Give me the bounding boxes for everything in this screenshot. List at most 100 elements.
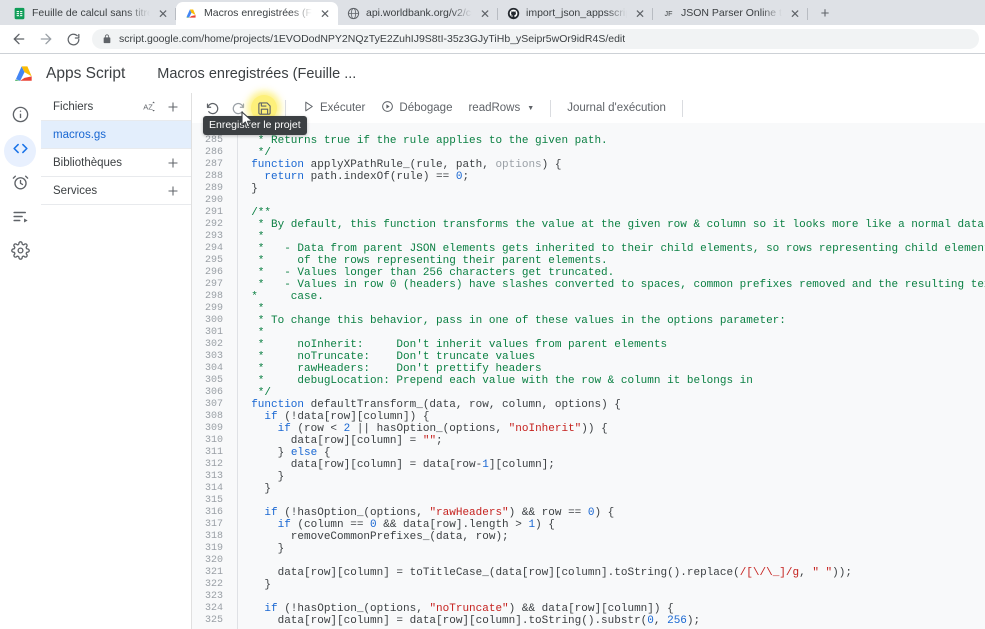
line-number: 292	[204, 219, 223, 230]
execution-log-button[interactable]: Journal d'exécution	[559, 96, 674, 120]
editor-column: Exécuter Débogage readRows ▼ Journal d'e…	[192, 93, 985, 629]
code-line: 309 if (row < 2 || hasOption_(options, "…	[192, 423, 985, 435]
sidebar-item-triggers[interactable]	[4, 169, 36, 201]
code-line: 293 *	[192, 231, 985, 243]
play-icon	[302, 100, 315, 116]
app-header: Apps Script Macros enregistrées (Feuille…	[0, 54, 985, 93]
code-line: 307 function defaultTransform_(data, row…	[192, 399, 985, 411]
svg-text:AZ: AZ	[143, 103, 153, 112]
globe-icon	[347, 7, 360, 20]
function-select-value: readRows	[468, 102, 521, 114]
code-line-text: * noInherit: Don't inherit values from p…	[238, 339, 668, 351]
debug-button[interactable]: Débogage	[373, 96, 460, 120]
line-number: 296	[204, 267, 223, 278]
browser-tab[interactable]: import_json_appsscript.js · GitHu ✕	[498, 2, 653, 25]
svg-text:JF: JF	[665, 10, 674, 18]
close-icon[interactable]: ✕	[788, 7, 802, 21]
close-icon[interactable]: ✕	[156, 7, 170, 21]
code-line-text: * By default, this function transforms t…	[257, 219, 984, 231]
add-file-button[interactable]	[163, 97, 183, 117]
address-bar-url: script.google.com/home/projects/1EVODodN…	[119, 33, 626, 45]
address-bar[interactable]: script.google.com/home/projects/1EVODodN…	[92, 29, 979, 49]
line-number: 309	[204, 423, 223, 434]
code-line-text: * To change this behavior, pass in one o…	[238, 315, 786, 327]
sidebar-item-settings[interactable]	[4, 237, 36, 269]
line-number: 317	[204, 519, 223, 530]
sort-az-icon[interactable]: AZ	[139, 97, 159, 117]
line-number: 324	[204, 603, 223, 614]
browser-tab[interactable]: Macros enregistrées (Feuille de c ✕	[176, 2, 338, 25]
function-select[interactable]: readRows ▼	[460, 96, 542, 120]
line-number: 285	[204, 135, 223, 146]
line-number: 293	[204, 231, 223, 242]
file-item-macros[interactable]: macros.gs	[41, 121, 191, 149]
close-icon[interactable]: ✕	[478, 7, 492, 21]
line-number: 301	[204, 327, 223, 338]
run-button-label: Exécuter	[320, 102, 366, 114]
code-line-text: * noTruncate: Don't truncate values	[238, 351, 536, 363]
code-line-text: * Returns true if the rule applies to th…	[238, 135, 608, 147]
code-editor[interactable]: 284 /**285 * Returns true if the rule ap…	[192, 123, 985, 629]
add-service-button[interactable]	[163, 181, 183, 201]
line-number: 303	[204, 351, 223, 362]
line-number: 291	[204, 207, 223, 218]
back-arrow-icon[interactable]	[6, 26, 32, 52]
code-line-text: }	[238, 183, 258, 195]
sidebar-item-executions[interactable]	[4, 203, 36, 235]
execution-log-label: Journal d'exécution	[567, 102, 666, 114]
code-line-text: *	[238, 231, 265, 243]
code-line: 285 * Returns true if the rule applies t…	[192, 135, 985, 147]
code-line-text: *	[238, 327, 265, 339]
code-line: 322 }	[192, 579, 985, 591]
browser-tab[interactable]: api.worldbank.org/v2/country/al ✕	[338, 2, 498, 25]
code-line: 287 function applyXPathRule_(rule, path,…	[192, 159, 985, 171]
app-brand-label: Apps Script	[46, 64, 126, 82]
code-line: 314 }	[192, 483, 985, 495]
sheets-icon	[13, 7, 26, 20]
code-line-text: if (row < 2 || hasOption_(options, "noIn…	[277, 423, 608, 435]
browser-tab-title: Feuille de calcul sans titre - Goog	[32, 7, 150, 19]
code-icon	[11, 139, 30, 163]
code-line: 306 */	[192, 387, 985, 399]
code-line-text: /**	[230, 123, 985, 135]
new-tab-button[interactable]: +	[814, 2, 836, 24]
add-library-button[interactable]	[163, 153, 183, 173]
page-title[interactable]: Macros enregistrées (Feuille ...	[157, 66, 356, 82]
browser-tab[interactable]: JF JSON Parser Online to parse JSO ✕	[653, 2, 808, 25]
browser-tab[interactable]: Feuille de calcul sans titre - Goog ✕	[4, 2, 176, 25]
code-line-text: * rawHeaders: Don't prettify headers	[238, 363, 542, 375]
browser-tab-title: Macros enregistrées (Feuille de c	[204, 7, 312, 19]
code-line: 303 * noTruncate: Don't truncate values	[192, 351, 985, 363]
close-icon[interactable]: ✕	[318, 7, 332, 21]
line-number: 305	[204, 375, 223, 386]
code-line-text: * case.	[238, 291, 324, 303]
close-icon[interactable]: ✕	[633, 7, 647, 21]
alarm-clock-icon	[11, 173, 30, 197]
executions-icon	[11, 207, 30, 231]
toolbar-divider	[285, 99, 286, 117]
code-line: 308 if (!data[row][column]) {	[192, 411, 985, 423]
files-section-header: Fichiers AZ	[41, 93, 191, 121]
toolbar-divider	[681, 99, 683, 117]
reload-icon[interactable]	[60, 26, 86, 52]
code-line: 284 /**	[192, 123, 985, 135]
services-section-title: Services	[53, 184, 98, 197]
libraries-section-header[interactable]: Bibliothèques	[41, 149, 191, 177]
code-line: 301 *	[192, 327, 985, 339]
sidebar-item-overview[interactable]	[4, 101, 36, 133]
code-line: 289 }	[192, 183, 985, 195]
app-body: Fichiers AZ macros.gs Bibliothèques Serv…	[0, 93, 985, 629]
sidebar-item-editor[interactable]	[4, 135, 36, 167]
code-line-text: * - Values in row 0 (headers) have slash…	[257, 279, 985, 291]
line-number: 286	[204, 147, 223, 158]
apps-script-logo-icon[interactable]	[12, 62, 36, 86]
code-line: 291 /**	[192, 207, 985, 219]
code-line: 315	[192, 495, 985, 507]
line-number: 302	[204, 339, 223, 350]
forward-arrow-icon[interactable]	[33, 26, 59, 52]
services-section-header[interactable]: Services	[41, 177, 191, 205]
apps-script-icon	[185, 7, 198, 20]
code-line-text: * of the rows representing their parent …	[238, 255, 608, 267]
code-line-text: function applyXPathRule_(rule, path, opt…	[251, 159, 562, 171]
line-number: 321	[204, 567, 223, 578]
